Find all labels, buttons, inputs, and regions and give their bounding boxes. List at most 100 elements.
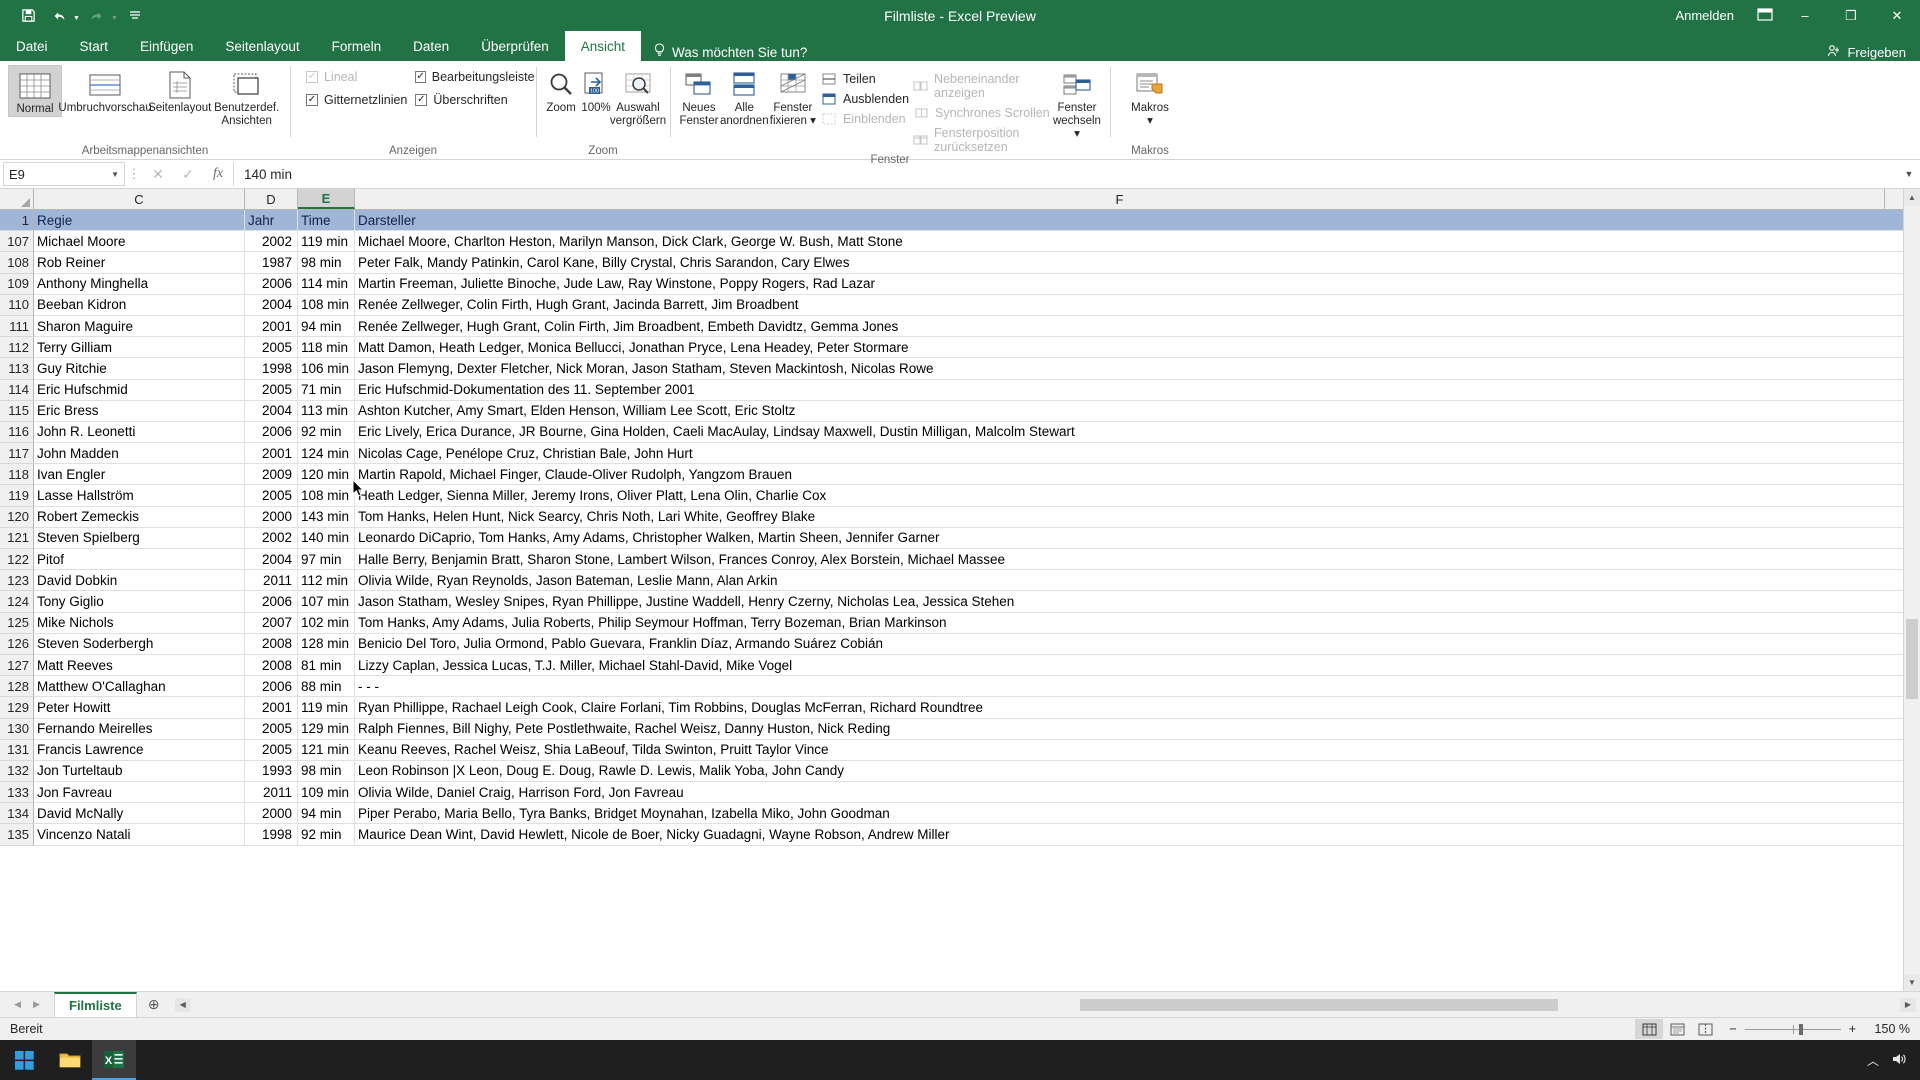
checkbox-ueberschriften[interactable]: ✓ Überschriften [415, 93, 531, 107]
checkbox-bearbeitungsleiste-box[interactable]: ✓ [415, 71, 426, 83]
cell-jahr[interactable]: 2000 [245, 803, 298, 825]
cell-regie[interactable]: John R. Leonetti [34, 421, 245, 444]
checkbox-ueberschriften-box[interactable]: ✓ [415, 94, 428, 106]
cell-jahr[interactable]: 2004 [245, 549, 298, 571]
cell-regie[interactable]: Mike Nichols [34, 612, 245, 634]
cell-jahr[interactable]: 2005 [245, 718, 298, 740]
column-header-F[interactable]: F [355, 189, 1885, 209]
cell-darsteller[interactable]: Heath Ledger, Sienna Miller, Jeremy Iron… [355, 485, 1920, 507]
cell-regie[interactable]: Rob Reiner [34, 252, 245, 274]
cell-jahr[interactable]: 2002 [245, 527, 298, 549]
row-header[interactable]: 119 [0, 485, 34, 507]
cell-darsteller[interactable]: Ryan Phillippe, Rachael Leigh Cook, Clai… [355, 697, 1920, 719]
windows-start-icon[interactable] [0, 1040, 48, 1080]
page-break-view-icon[interactable] [1691, 1019, 1719, 1039]
column-header-E[interactable]: E [298, 189, 355, 209]
tell-me-box[interactable]: Was möchten Sie tun? [641, 43, 819, 61]
cell-darsteller[interactable]: Michael Moore, Charlton Heston, Marilyn … [355, 231, 1920, 253]
cell-time[interactable]: 106 min [298, 358, 355, 380]
minimize-button[interactable]: – [1782, 0, 1828, 31]
cell-time[interactable]: 124 min [298, 443, 355, 465]
row-header[interactable]: 127 [0, 654, 34, 677]
cell-darsteller[interactable]: Ashton Kutcher, Amy Smart, Elden Henson,… [355, 401, 1920, 422]
cell-regie[interactable]: Steven Soderbergh [34, 633, 245, 655]
chevron-up-icon[interactable]: ︿ [1867, 1052, 1879, 1069]
hscroll-left-icon[interactable]: ◀ [174, 997, 191, 1012]
cell-regie[interactable]: Eric Bress [34, 400, 245, 422]
cell-time[interactable]: 143 min [298, 506, 355, 528]
cell-time[interactable]: 113 min [298, 400, 355, 422]
close-button[interactable]: ✕ [1874, 0, 1920, 31]
nav-prev-icon[interactable]: ◀ [14, 999, 21, 1010]
cell-jahr[interactable]: 2008 [245, 654, 298, 677]
cell-time[interactable]: 109 min [298, 782, 355, 804]
sign-in-button[interactable]: Anmelden [1661, 8, 1748, 23]
cell-regie[interactable]: Sharon Maguire [34, 315, 245, 338]
cell-time[interactable]: 108 min [298, 294, 355, 316]
cell-time[interactable]: 128 min [298, 633, 355, 655]
cell-time[interactable]: 97 min [298, 549, 355, 571]
cell-darsteller[interactable]: Tom Hanks, Amy Adams, Julia Roberts, Phi… [355, 613, 1920, 634]
header-cell-regie[interactable]: Regie [34, 210, 245, 232]
column-header-D[interactable]: D [245, 189, 298, 209]
cell-regie[interactable]: Steven Spielberg [34, 527, 245, 549]
customize-qat-icon[interactable] [121, 4, 149, 28]
cell-darsteller[interactable]: Jason Flemyng, Dexter Fletcher, Nick Mor… [355, 358, 1920, 380]
cell-time[interactable]: 94 min [298, 803, 355, 825]
cell-jahr[interactable]: 1987 [245, 252, 298, 274]
button-umbruchvorschau[interactable]: Umbruchvorschau [58, 65, 152, 115]
cell-regie[interactable]: Lasse Hallström [34, 485, 245, 507]
cell-regie[interactable]: Peter Howitt [34, 697, 245, 719]
cell-time[interactable]: 107 min [298, 591, 355, 613]
add-sheet-icon[interactable]: ⊕ [137, 992, 171, 1017]
tab-einfuegen[interactable]: Einfügen [124, 31, 209, 61]
zoom-level-label[interactable]: 150 % [1866, 1022, 1910, 1036]
cell-time[interactable]: 98 min [298, 760, 355, 783]
row-header[interactable]: 126 [0, 633, 34, 655]
button-benutzerdefinierte-ansichten[interactable]: Benutzerdef. Ansichten [211, 65, 282, 128]
cell-regie[interactable]: Guy Ritchie [34, 358, 245, 380]
cell-regie[interactable]: David Dobkin [34, 570, 245, 592]
cell-time[interactable]: 98 min [298, 252, 355, 274]
cell-jahr[interactable]: 2004 [245, 400, 298, 422]
row-header[interactable]: 128 [0, 676, 34, 698]
button-zoom-100[interactable]: 100 100% [578, 65, 614, 115]
button-teilen[interactable]: Teilen [821, 72, 909, 86]
cell-jahr[interactable]: 1993 [245, 760, 298, 783]
row-header[interactable]: 133 [0, 782, 34, 804]
name-box-dropdown-icon[interactable]: ▼ [111, 170, 119, 179]
save-icon[interactable] [14, 4, 42, 28]
ribbon-display-options-icon[interactable] [1748, 7, 1782, 24]
tab-formeln[interactable]: Formeln [316, 31, 398, 61]
cell-regie[interactable]: Jon Turteltaub [34, 760, 245, 783]
cell-time[interactable]: 119 min [298, 231, 355, 253]
horizontal-scroll-thumb[interactable] [1079, 998, 1559, 1011]
zoom-in-button[interactable]: + [1849, 1022, 1856, 1036]
cell-jahr[interactable]: 2011 [245, 570, 298, 592]
button-ausblenden[interactable]: Ausblenden [821, 92, 909, 106]
cell-time[interactable]: 120 min [298, 464, 355, 486]
cell-darsteller[interactable]: Halle Berry, Benjamin Bratt, Sharon Ston… [355, 549, 1920, 571]
cell-darsteller[interactable]: Jason Statham, Wesley Snipes, Ryan Phill… [355, 591, 1920, 613]
row-header[interactable]: 121 [0, 527, 34, 549]
cell-time[interactable]: 112 min [298, 570, 355, 592]
cell-darsteller[interactable]: Nicolas Cage, Penélope Cruz, Christian B… [355, 443, 1920, 465]
select-all-corner[interactable] [0, 189, 34, 209]
cell-jahr[interactable]: 2007 [245, 612, 298, 634]
zoom-out-button[interactable]: − [1729, 1022, 1736, 1036]
nav-next-icon[interactable]: ▶ [33, 999, 40, 1010]
row-header[interactable]: 116 [0, 421, 34, 444]
row-header[interactable]: 132 [0, 760, 34, 783]
cell-time[interactable]: 119 min [298, 697, 355, 719]
cell-jahr[interactable]: 2004 [245, 294, 298, 316]
cell-darsteller[interactable]: Benicio Del Toro, Julia Ormond, Pablo Gu… [355, 634, 1920, 655]
cell-regie[interactable]: Ivan Engler [34, 464, 245, 486]
cell-jahr[interactable]: 2005 [245, 485, 298, 507]
button-fenster-wechseln[interactable]: Fenster wechseln ▾ [1052, 65, 1102, 142]
cell-darsteller[interactable]: Olivia Wilde, Daniel Craig, Harrison For… [355, 782, 1920, 804]
cell-jahr[interactable]: 2005 [245, 379, 298, 401]
row-header[interactable]: 117 [0, 443, 34, 465]
cell-darsteller[interactable]: Tom Hanks, Helen Hunt, Nick Searcy, Chri… [355, 507, 1920, 528]
cell-time[interactable]: 140 min [298, 527, 355, 549]
cell-regie[interactable]: Robert Zemeckis [34, 506, 245, 528]
